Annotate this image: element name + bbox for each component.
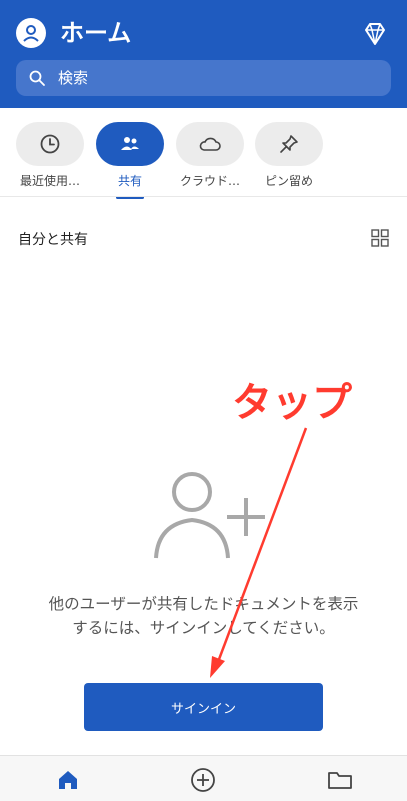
add-circle-icon xyxy=(191,768,215,792)
nav-home[interactable] xyxy=(54,766,82,794)
tab-recent[interactable]: 最近使用… xyxy=(16,116,84,196)
search-icon xyxy=(29,70,45,86)
tab-label: 共有 xyxy=(117,174,142,188)
tab-pill xyxy=(255,122,323,166)
empty-message-line: 他のユーザーが共有したドキュメントを表示 xyxy=(48,595,359,613)
nav-files[interactable] xyxy=(326,766,354,794)
folder-icon xyxy=(328,772,352,789)
nav-create[interactable] xyxy=(189,766,217,794)
bottom-nav xyxy=(0,755,407,801)
pin-icon xyxy=(280,135,298,153)
tab-cloud[interactable]: クラウド… xyxy=(176,116,244,196)
tab-pill xyxy=(176,122,244,166)
app-header: ホーム xyxy=(0,0,407,108)
account-button[interactable] xyxy=(16,18,46,48)
search-input[interactable] xyxy=(56,68,360,88)
section-title: 自分と共有 xyxy=(18,232,88,248)
people-icon xyxy=(121,137,139,150)
home-icon xyxy=(59,771,77,789)
tab-pill xyxy=(96,122,164,166)
empty-state-message: 他のユーザーが共有したドキュメントを表示 するには、サインインしてください。 xyxy=(20,592,387,640)
filter-tabs: 最近使用… 共有 クラウド… ピン留め xyxy=(0,108,407,200)
empty-message-line: するには、サインインしてください。 xyxy=(72,619,335,637)
grid-view-icon[interactable] xyxy=(371,229,389,247)
page-title: ホーム xyxy=(60,19,132,47)
tab-label: 最近使用… xyxy=(19,174,80,188)
user-icon xyxy=(23,25,39,42)
tab-pinned[interactable]: ピン留め xyxy=(255,116,323,196)
tab-label: ピン留め xyxy=(264,174,313,188)
diamond-icon[interactable] xyxy=(361,20,389,48)
add-person-icon xyxy=(154,472,265,559)
tab-pill xyxy=(16,122,84,166)
clock-icon xyxy=(40,134,60,154)
tab-label: クラウド… xyxy=(179,174,240,188)
search-bar[interactable] xyxy=(16,60,391,96)
cloud-icon xyxy=(199,137,221,151)
divider xyxy=(0,196,407,197)
signin-button[interactable]: サインイン xyxy=(84,683,323,731)
annotation-label: タップ xyxy=(232,380,352,426)
tab-shared[interactable]: 共有 xyxy=(96,116,164,199)
